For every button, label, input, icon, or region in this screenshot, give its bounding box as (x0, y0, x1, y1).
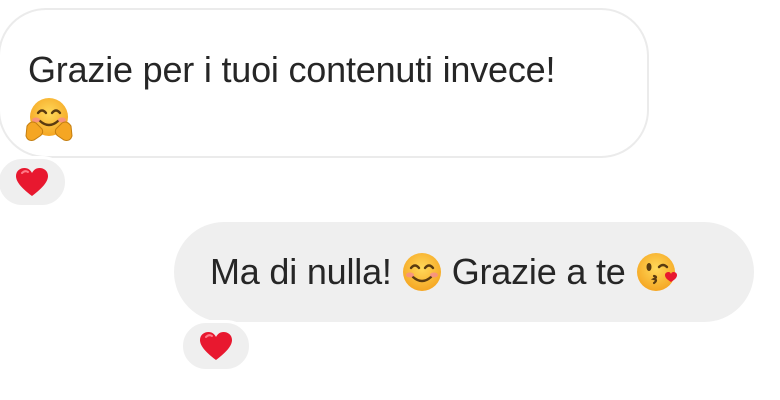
face-blowing-kiss-icon (636, 252, 680, 292)
incoming-message-text: Grazie per i tuoi contenuti invece! (28, 49, 556, 90)
outgoing-message-text-part2: Grazie a te (451, 251, 626, 292)
message-reaction[interactable] (0, 156, 68, 208)
hugging-face-icon (24, 96, 74, 142)
outgoing-message-text-part1: Ma di nulla! (210, 251, 392, 292)
outgoing-message-bubble[interactable]: Ma di nulla! Grazie a te (174, 222, 754, 322)
outgoing-message-content: Ma di nulla! Grazie a te (210, 248, 680, 296)
message-reaction[interactable] (180, 320, 252, 372)
red-heart-icon (199, 331, 233, 361)
smiling-face-icon (402, 252, 442, 292)
incoming-message-bubble[interactable]: Grazie per i tuoi contenuti invece! (0, 8, 649, 158)
red-heart-icon (15, 167, 49, 197)
